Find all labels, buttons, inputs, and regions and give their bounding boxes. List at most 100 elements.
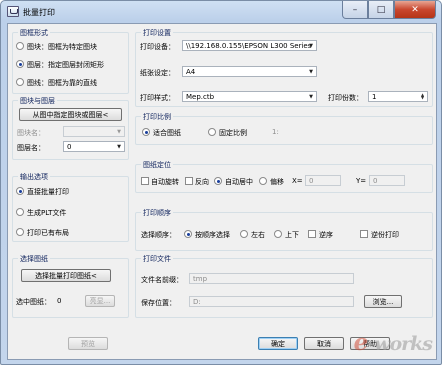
save-location-input[interactable]: D: [189,296,354,307]
offset-radio[interactable] [259,177,267,185]
device-value: \\192.168.0.155\EPSON L300 Series [186,41,312,50]
maximize-button[interactable]: □ [368,1,394,19]
print-settings-group: 打印设置 打印设备： \\192.168.0.155\EPSON L300 Se… [135,28,433,107]
save-location-value: D: [193,297,201,306]
paper-value: A4 [186,67,196,76]
position-group: 图纸定位 自动旋转 反向 自动居中 偏移 X= 0 Y= 0 [135,160,433,193]
layer-name-label: 图层名： [17,144,45,152]
copies-stepper[interactable]: 1 ▲ ▼ [368,91,428,102]
output-option-plt: 生成PLT文件 [27,209,67,217]
scale-radio-fixed[interactable] [208,128,216,136]
frame-option-layer: 图层：指定图层封闭矩形 [27,61,104,69]
offset-y-value: 0 [373,176,378,185]
spin-down-icon[interactable]: ▼ [419,96,426,100]
ok-button[interactable]: 确定 [258,337,298,350]
frame-radio-line[interactable] [16,78,24,86]
window-controls: – □ ✕ [342,1,436,19]
e-works-watermark-logo: e-works [353,329,433,356]
file-prefix-value: tmp [193,274,208,283]
highlight-button[interactable]: 亮显... [85,295,115,307]
copies-label: 打印份数： [328,94,363,102]
offset-x-value: 0 [309,176,314,185]
file-prefix-label: 文件名前缀： [141,276,183,284]
selected-count: 0 [57,297,62,305]
print-settings-title: 打印设置 [141,28,173,38]
paper-combo[interactable]: A4 ▼ [182,66,317,77]
output-group-title: 输出选项 [18,172,50,182]
scale-ratio-label: 1: [272,128,279,136]
pick-block-layer-button[interactable]: 从图中指定图块或图层< [19,108,122,121]
order-reverse-label: 逆序 [319,231,333,239]
order-up-down-label: 上下 [285,231,299,239]
frame-group-title: 图框形式 [18,28,50,38]
frame-radio-block[interactable] [16,42,24,50]
order-reverse-checkbox[interactable] [308,230,316,238]
preview-button[interactable]: 预览 [68,337,108,350]
style-value: Mep.ctb [186,92,215,101]
order-radio-left-right[interactable] [240,230,248,238]
chevron-down-icon: ▼ [309,42,313,49]
device-label: 打印设备： [140,43,175,51]
reverse-label: 反向 [195,178,209,186]
output-option-layout: 打印已有布局 [27,229,69,237]
select-group: 选择图纸 选择批量打印图纸< 选中图纸： 0 亮显... [12,254,129,318]
print-file-group-title: 打印文件 [141,254,173,264]
scale-fixed-label: 固定比例 [219,129,247,137]
offset-x-input[interactable]: 0 [305,175,341,186]
copies-value: 1 [372,92,377,101]
auto-rotate-label: 自动旋转 [151,178,179,186]
save-location-label: 保存位置： [141,299,176,307]
app-icon [7,6,19,17]
browse-button[interactable]: 浏览... [364,295,402,308]
paper-label: 纸张设定： [140,69,175,77]
select-sheets-button[interactable]: 选择批量打印图纸< [21,269,111,282]
order-left-right-label: 左右 [251,231,265,239]
minimize-button[interactable]: – [342,1,368,19]
device-combo[interactable]: \\192.168.0.155\EPSON L300 Series ▼ [182,40,317,51]
block-name-label: 图块名： [17,129,45,137]
offset-y-input[interactable]: 0 [369,175,405,186]
output-radio-direct[interactable] [16,187,24,195]
window-title: 批量打印 [23,8,55,17]
style-combo[interactable]: Mep.ctb ▼ [182,91,317,102]
order-radio-up-down[interactable] [274,230,282,238]
select-group-title: 选择图纸 [18,254,50,264]
close-button[interactable]: ✕ [394,1,436,19]
scale-group-title: 打印比例 [141,112,173,122]
order-radio-sequence[interactable] [184,230,192,238]
auto-center-label: 自动居中 [225,178,253,186]
output-option-direct: 直接批量打印 [27,188,69,196]
selected-count-label: 选中图纸： [16,298,51,306]
cancel-button[interactable]: 取消 [304,337,344,350]
chevron-down-icon: ▼ [309,68,313,75]
reverse-checkbox[interactable] [185,177,193,185]
reverse-copies-label: 逆份打印 [371,231,399,239]
frame-group: 图框形式 图块：图框为特定图块 图层：指定图层封闭矩形 图线：图框为靠的直线 [12,28,129,94]
block-layer-group: 图块与图层 从图中指定图块或图层< 图块名： ▼ 图层名： 0 ▼ [12,96,129,160]
position-group-title: 图纸定位 [141,160,173,170]
order-sequence-label: 按顺序选择 [195,231,230,239]
chevron-down-icon: ▼ [309,93,313,100]
dialog-body: 图框形式 图块：图框为特定图块 图层：指定图层封闭矩形 图线：图框为靠的直线 图… [7,23,437,360]
order-group-title: 打印顺序 [141,208,173,218]
block-name-combo[interactable]: ▼ [63,126,125,137]
scale-radio-fit[interactable] [142,128,150,136]
layer-name-combo[interactable]: 0 ▼ [63,141,125,152]
title-bar[interactable]: 批量打印 – □ ✕ [1,1,441,23]
chevron-down-icon: ▼ [117,128,121,135]
output-radio-layout[interactable] [16,228,24,236]
layer-name-value: 0 [67,142,72,151]
offset-label: 偏移 [270,178,284,186]
frame-option-line: 图线：图框为靠的直线 [27,79,97,87]
frame-radio-layer[interactable] [16,60,24,68]
auto-rotate-checkbox[interactable] [141,177,149,185]
auto-center-radio[interactable] [214,177,222,185]
scale-group: 打印比例 适合图纸 固定比例 1: [135,112,433,145]
batch-print-dialog: 批量打印 – □ ✕ 图框形式 图块：图框为特定图块 图层：指定图层封闭矩形 图… [0,0,442,365]
scale-fit-label: 适合图纸 [153,129,181,137]
file-prefix-input[interactable]: tmp [189,273,354,284]
offset-x-label: X= [292,177,303,185]
reverse-copies-checkbox[interactable] [360,230,368,238]
output-group: 输出选项 直接批量打印 生成PLT文件 打印已有布局 [12,172,129,242]
output-radio-plt[interactable] [16,208,24,216]
